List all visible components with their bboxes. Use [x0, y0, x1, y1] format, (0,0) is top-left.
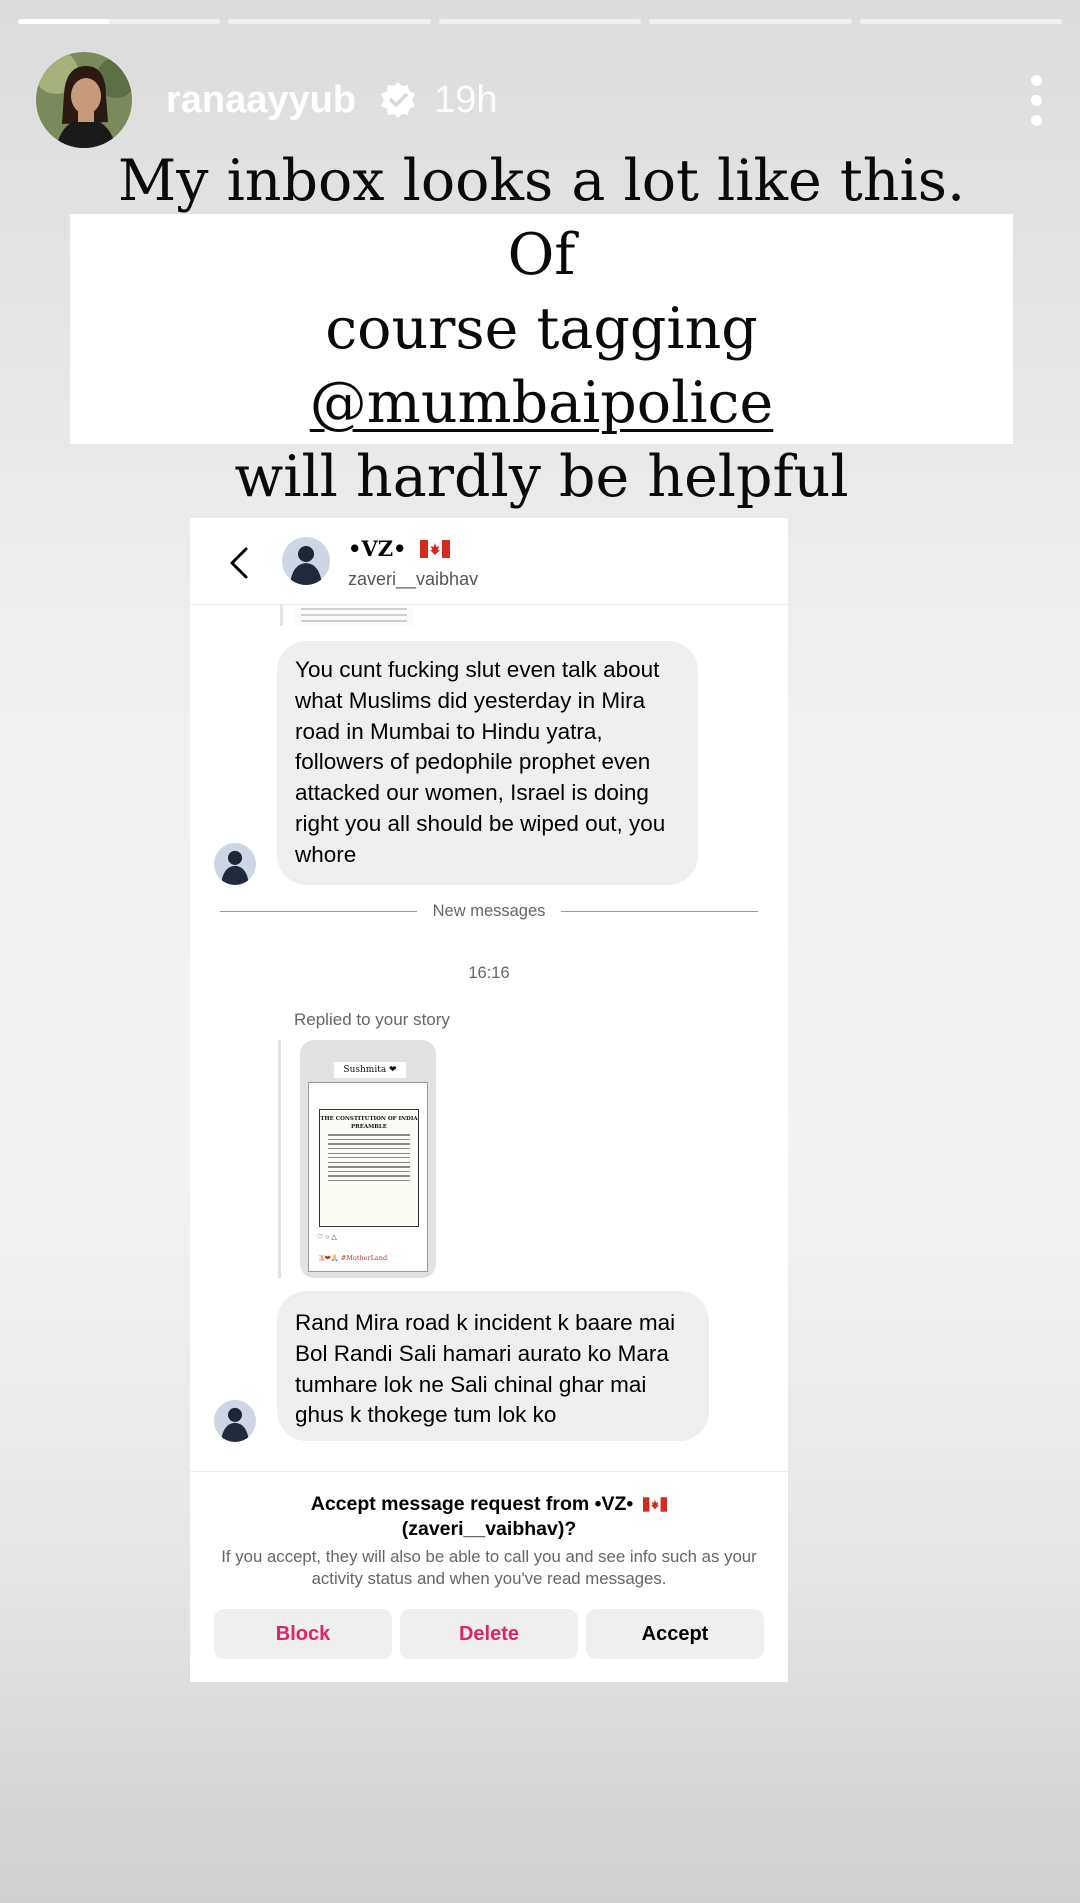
caption-line-1: My inbox looks a lot like this. Of [117, 148, 966, 288]
mention-tag[interactable]: @mumbaipolice [310, 370, 773, 436]
dm-name-text: •VZ• [348, 536, 407, 561]
request-title: Accept message request from •VZ• (zaveri… [190, 1492, 788, 1542]
story-reply-thumbnail[interactable]: Sushmita ❤ THE CONSTITUTION OF INDIA PRE… [300, 1040, 436, 1278]
progress-segment-active [18, 19, 221, 24]
doc-heading: THE CONSTITUTION OF INDIA [320, 1116, 418, 1122]
profile-avatar[interactable] [36, 52, 132, 148]
verified-badge-icon [381, 82, 416, 118]
progress-segment [859, 19, 1063, 24]
dm-display-name: •VZ• [348, 536, 451, 561]
progress-segment [649, 19, 852, 24]
story-progress-bar [18, 19, 1063, 24]
progress-segment [228, 19, 431, 24]
request-title-text: Accept message request from •VZ• [310, 1493, 634, 1515]
delete-button[interactable]: Delete [400, 1609, 578, 1659]
accept-button[interactable]: Accept [586, 1609, 764, 1659]
dm-screenshot: •VZ• zaveri__vaibhav You cunt fucking sl… [190, 518, 788, 1682]
sender-avatar[interactable] [214, 1400, 256, 1442]
story-header: ranaayyub 19h [36, 52, 1044, 148]
caption-line-3: will hardly be helpful [234, 444, 849, 510]
new-messages-label: New messages [432, 902, 546, 920]
dm-username: zaveri__vaibhav [348, 569, 479, 589]
sender-avatar[interactable] [214, 843, 256, 885]
back-arrow-icon[interactable] [226, 546, 254, 580]
replied-to-story-label: Replied to your story [294, 1010, 450, 1029]
reply-indicator-bar [278, 1040, 281, 1278]
story-username[interactable]: ranaayyub [166, 79, 356, 122]
canada-flag-icon [643, 1497, 668, 1513]
caption-line-2: course tagging [325, 296, 758, 362]
story-timestamp: 19h [434, 78, 498, 121]
canada-flag-icon [420, 539, 451, 558]
thumb-title: Sushmita ❤ [334, 1062, 406, 1078]
new-messages-divider: New messages [220, 902, 759, 921]
message-bubble: You cunt fucking slut even talk about wh… [277, 641, 698, 885]
dm-header: •VZ• zaveri__vaibhav [190, 518, 788, 605]
request-description: If you accept, they will also be able to… [221, 1547, 757, 1588]
progress-segment [438, 19, 642, 24]
doc-subheading: PREAMBLE [351, 1124, 387, 1130]
more-options-icon[interactable] [1028, 74, 1044, 126]
block-button[interactable]: Block [214, 1609, 392, 1659]
message-bubble: Rand Mira road k incident k baare mai Bo… [277, 1291, 709, 1441]
message-request-panel: Accept message request from •VZ• (zaveri… [190, 1471, 788, 1683]
post-action-icons: ♡ ○ △ [317, 1234, 337, 1241]
thumb-footer: 🇧❤🙏 #MotherLand [319, 1254, 388, 1262]
dm-avatar[interactable] [282, 537, 330, 585]
message-timestamp: 16:16 [468, 964, 510, 982]
constitution-document: THE CONSTITUTION OF INDIA PREAMBLE [319, 1109, 419, 1227]
story-caption: My inbox looks a lot like this. Of cours… [70, 148, 1013, 510]
progress-fill [18, 19, 110, 24]
request-title-user: (zaveri__vaibhav)? [401, 1518, 577, 1540]
thumb-post: THE CONSTITUTION OF INDIA PREAMBLE ♡ ○ △… [308, 1082, 428, 1272]
previous-media-partial [280, 604, 421, 626]
request-actions: Block Delete Accept [214, 1609, 764, 1659]
